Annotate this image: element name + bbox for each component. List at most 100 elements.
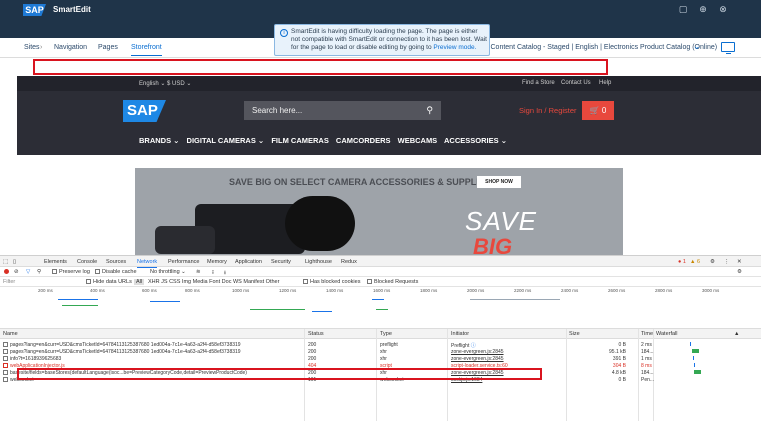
col-type[interactable]: Type	[380, 331, 392, 337]
search-input[interactable]: Search here... ⚲	[244, 101, 441, 120]
sap-logo: SAP	[23, 4, 46, 16]
col-size[interactable]: Size	[569, 331, 580, 337]
hide-data-urls-checkbox[interactable]: Hide data URLs	[86, 279, 132, 285]
nav-brands[interactable]: BRANDS ⌄	[139, 136, 179, 145]
wifi-icon[interactable]: ≋	[196, 269, 201, 275]
tick-label: 2600 ms	[608, 288, 626, 293]
tab-memory[interactable]: Memory	[207, 259, 227, 265]
checkbox-box	[303, 279, 308, 284]
find-store-link[interactable]: Find a Store	[522, 80, 555, 86]
waterfall-bar	[250, 309, 305, 310]
record-icon[interactable]	[4, 269, 9, 274]
col-status[interactable]: Status	[308, 331, 324, 337]
col-name[interactable]: Name	[3, 331, 18, 337]
banner-headline: SAVE BIG ON SELECT CAMERA ACCESSORIES & …	[229, 177, 491, 187]
language-currency-selector[interactable]: English ⌄ $ USD ⌄	[139, 80, 191, 87]
tick-label: 2400 ms	[561, 288, 579, 293]
tab-redux[interactable]: Redux	[341, 259, 357, 265]
preserve-log-checkbox[interactable]: Preserve log	[52, 269, 90, 275]
nav-storefront[interactable]: Storefront	[131, 44, 162, 56]
checkbox-box	[367, 279, 372, 284]
catalog-selector[interactable]: ics Content Catalog - Staged | English |…	[480, 44, 717, 51]
tab-sources[interactable]: Sources	[106, 259, 126, 265]
blocked-requests-checkbox[interactable]: Blocked Requests	[367, 279, 418, 285]
tab-performance[interactable]: Performance	[168, 259, 200, 265]
shop-now-button[interactable]: SHOP NOW	[477, 176, 521, 188]
help-link[interactable]: Help	[599, 80, 611, 86]
tab-lighthouse[interactable]: Lighthouse	[305, 259, 332, 265]
close-icon[interactable]: ✕	[737, 259, 742, 265]
tick-label: 1200 ms	[279, 288, 297, 293]
tick-label: 1000 ms	[232, 288, 250, 293]
tab-security[interactable]: Security	[271, 259, 291, 265]
chevron-down-icon[interactable]: ⌄	[693, 41, 701, 52]
waterfall-bar	[470, 299, 560, 300]
user-settings-icon[interactable]: ⊗	[718, 4, 728, 14]
type-filter-all[interactable]: All	[134, 279, 145, 285]
search-icon[interactable]: ⚲	[37, 269, 41, 275]
nav-film-cameras[interactable]: FILM CAMERAS	[271, 136, 329, 145]
table-row[interactable]: pages?lang=en&curr=USD&cmsTicketId=64784…	[0, 341, 761, 349]
checkbox-box	[52, 269, 57, 274]
filter-icon[interactable]: ▽	[26, 269, 30, 275]
table-row[interactable]: pages?lang=en&curr=USD&cmsTicketId=64784…	[0, 348, 761, 355]
blocked-cookies-label: Has blocked cookies	[310, 279, 361, 285]
tick-label: 1800 ms	[420, 288, 438, 293]
search-icon[interactable]: ⚲	[426, 105, 433, 116]
sort-icon[interactable]: ▲	[734, 331, 739, 337]
col-time[interactable]: Time	[641, 331, 653, 337]
devtools-panel: ⬚ ▯ Elements Console Sources Network Per…	[0, 255, 761, 421]
tick-label: 200 ms	[38, 288, 53, 293]
nav-sites[interactable]: Sites	[24, 44, 40, 51]
smartedit-brand: SmartEdit	[53, 5, 91, 14]
col-initiator[interactable]: Initiator	[451, 331, 469, 337]
error-count[interactable]: ● 1	[678, 259, 686, 265]
network-table-header: Name Status Type Initiator Size Time Wat…	[0, 329, 761, 339]
nav-navigation[interactable]: Navigation	[54, 44, 87, 51]
network-overview-timeline[interactable]: 200 ms 400 ms 600 ms 800 ms 1000 ms 1200…	[0, 287, 761, 329]
banner-big-text: BIG	[473, 234, 513, 255]
blocked-requests-label: Blocked Requests	[374, 279, 419, 285]
row-icon	[3, 363, 8, 368]
tick-label: 2800 ms	[655, 288, 673, 293]
preview-mode-link[interactable]: Preview mode.	[433, 44, 476, 51]
language-globe-icon[interactable]: ⊕	[698, 4, 708, 14]
tick-label: 800 ms	[185, 288, 200, 293]
device-toolbar-icon[interactable]: ▯	[13, 259, 16, 265]
type-filters[interactable]: XHR JS CSS Img Media Font Doc WS Manifes…	[148, 279, 279, 285]
device-preview-icon[interactable]	[721, 42, 735, 54]
col-waterfall[interactable]: Waterfall	[656, 331, 678, 337]
nav-camcorders[interactable]: CAMCORDERS	[336, 136, 391, 145]
toast-message: SmartEdit is having difficulty loading t…	[291, 28, 487, 51]
highlight-box	[33, 59, 608, 75]
tab-application[interactable]: Application	[235, 259, 262, 265]
nav-pages[interactable]: Pages	[98, 44, 118, 51]
sign-in-link[interactable]: Sign In / Register	[519, 106, 577, 115]
tab-elements[interactable]: Elements	[44, 259, 67, 265]
disable-cache-checkbox[interactable]: Disable cache	[95, 269, 137, 275]
preserve-log-label: Preserve log	[59, 269, 90, 275]
inspect-icon[interactable]: ⬚	[3, 259, 8, 265]
tab-console[interactable]: Console	[77, 259, 97, 265]
window-icon[interactable]: ▢	[678, 4, 688, 14]
promo-banner[interactable]: SAVE BIG ON SELECT CAMERA ACCESSORIES & …	[135, 168, 623, 255]
filter-input[interactable]: Filter	[3, 279, 15, 285]
waterfall-bar	[58, 299, 98, 300]
settings-gear-icon[interactable]: ⚙	[710, 259, 715, 265]
category-nav: BRANDS ⌄ DIGITAL CAMERAS ⌄ FILM CAMERAS …	[139, 136, 512, 145]
contact-link[interactable]: Contact Us	[561, 80, 591, 86]
network-settings-gear-icon[interactable]: ⚙	[737, 269, 742, 275]
table-row[interactable]: info?t=1618939625683 200 xhr zone-evergr…	[0, 355, 761, 362]
nav-webcams[interactable]: WEBCAMS	[398, 136, 438, 145]
blocked-cookies-checkbox[interactable]: Has blocked cookies	[303, 279, 360, 285]
nav-accessories[interactable]: ACCESSORIES ⌄	[444, 136, 507, 145]
warning-count[interactable]: ▲ 6	[690, 259, 700, 265]
throttling-select[interactable]: No throttling ⌄	[150, 269, 186, 275]
nav-digital-cameras[interactable]: DIGITAL CAMERAS ⌄	[187, 136, 265, 145]
row-waterfall-bar	[690, 342, 691, 346]
cart-button[interactable]: 🛒 0	[582, 101, 614, 120]
clear-icon[interactable]: ⊘	[14, 269, 19, 275]
cart-count: 0	[601, 106, 607, 115]
waterfall-bar	[372, 299, 384, 300]
more-options-icon[interactable]: ⋮	[724, 259, 730, 265]
